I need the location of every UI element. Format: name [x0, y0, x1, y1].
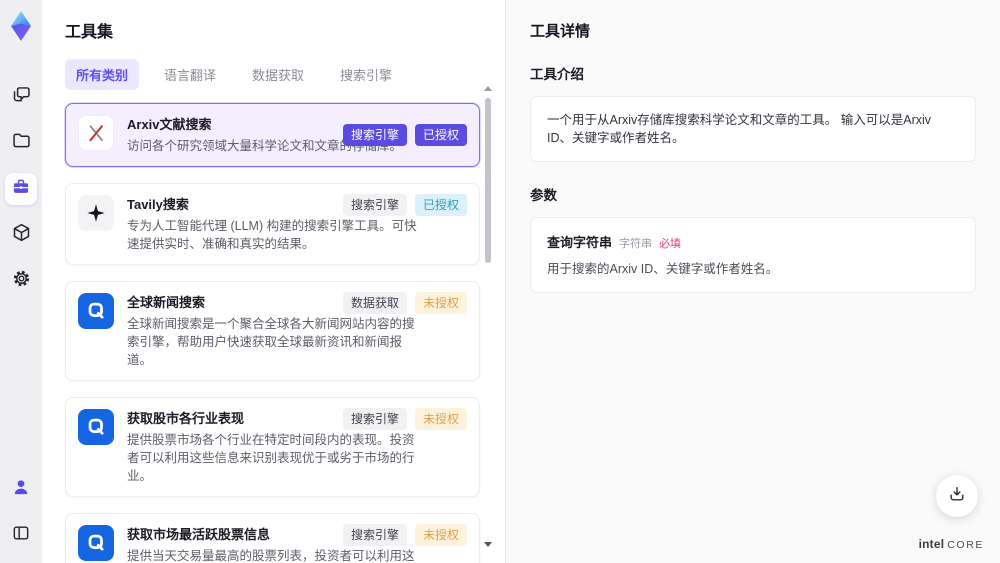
app-logo-gem-icon — [8, 10, 34, 47]
sidebar-item-collapse[interactable] — [5, 519, 37, 551]
arxiv-logo-icon — [78, 115, 114, 151]
category-badge: 搜索引擎 — [342, 124, 407, 146]
news-q-icon — [78, 409, 114, 445]
cube-icon — [11, 222, 32, 248]
tab-data-fetch[interactable]: 数据获取 — [241, 59, 315, 90]
category-badge: 搜索引擎 — [342, 194, 407, 216]
tab-search-engine[interactable]: 搜索引擎 — [329, 59, 403, 90]
sidebar-item-packages[interactable] — [5, 219, 37, 251]
download-icon — [947, 484, 967, 509]
tool-card-global-news[interactable]: 全球新闻搜索 全球新闻搜索是一个聚合全球各大新闻网站内容的搜索引擎，帮助用户快速… — [65, 281, 480, 381]
tool-card-list: Arxiv文献搜索 访问各个研究领域大量科学论文和文章的存储库。 搜索引擎 已授… — [65, 103, 480, 563]
category-badge: 搜索引擎 — [342, 524, 407, 546]
auth-status-badge: 未授权 — [414, 292, 467, 314]
parameter-box: 查询字符串 字符串 必填 用于搜索的Arxiv ID、关键字或作者姓名。 — [530, 217, 976, 293]
sidebar-item-account[interactable] — [5, 473, 37, 505]
param-name: 查询字符串 — [547, 235, 613, 250]
chat-icon — [11, 84, 32, 110]
gear-icon — [11, 268, 32, 294]
tool-intro-box: 一个用于从Arxiv存储库搜索科学论文和文章的工具。 输入可以是Arxiv ID… — [530, 96, 976, 162]
intel-wordmark: intel — [918, 537, 945, 551]
download-button[interactable] — [936, 475, 978, 517]
news-q-icon — [78, 525, 114, 561]
intro-heading: 工具介绍 — [530, 67, 584, 82]
news-q-icon — [78, 293, 114, 329]
param-description: 用于搜索的Arxiv ID、关键字或作者姓名。 — [547, 262, 779, 276]
tool-card-sector-performance[interactable]: 获取股市各行业表现 提供股票市场各个行业在特定时间段内的表现。投资者可以利用这些… — [65, 397, 480, 497]
tool-description: 全球新闻搜索是一个聚合全球各大新闻网站内容的搜索引擎，帮助用户快速获取全球最新资… — [127, 317, 415, 367]
briefcase-icon — [11, 177, 31, 202]
param-type: 字符串 — [619, 238, 653, 250]
folder-icon — [11, 130, 32, 156]
app-window: 工具集 所有类别 语言翻译 数据获取 搜索引擎 Arxiv文献搜索 访问各个研究… — [0, 0, 1000, 563]
scroll-up-arrow-icon[interactable] — [484, 86, 492, 91]
auth-status-badge: 已授权 — [414, 194, 467, 216]
tool-card-tavily[interactable]: Tavily搜索 专为人工智能代理 (LLM) 构建的搜索引擎工具。可快速提供实… — [65, 183, 480, 265]
param-required-flag: 必填 — [659, 238, 682, 250]
tool-list-pane: 工具集 所有类别 语言翻译 数据获取 搜索引擎 Arxiv文献搜索 访问各个研究… — [42, 0, 505, 563]
detail-title: 工具详情 — [530, 23, 591, 40]
sidebar-item-tools[interactable] — [5, 173, 37, 205]
sidebar-item-chat[interactable] — [5, 81, 37, 113]
auth-status-badge: 已授权 — [414, 124, 467, 146]
list-scrollbar[interactable] — [484, 86, 492, 547]
sidebar-item-settings[interactable] — [5, 265, 37, 297]
page-title: 工具集 — [65, 24, 114, 41]
sidebar-item-files[interactable] — [5, 127, 37, 159]
category-tabs: 所有类别 语言翻译 数据获取 搜索引擎 — [65, 59, 505, 90]
tavily-star-icon — [78, 195, 114, 231]
params-heading: 参数 — [530, 188, 557, 203]
auth-status-badge: 未授权 — [414, 524, 467, 546]
tool-description: 专为人工智能代理 (LLM) 构建的搜索引擎工具。可快速提供实时、准确和真实的结… — [127, 219, 417, 251]
intel-core-logo: intel CORE — [919, 537, 984, 551]
tool-description: 提供当天交易量最高的股票列表，投资者可以利用这些信息来识别流动性强的股票和潜在的… — [127, 549, 415, 563]
tool-detail-pane: 工具详情 工具介绍 一个用于从Arxiv存储库搜索科学论文和文章的工具。 输入可… — [505, 0, 1000, 563]
user-icon — [11, 477, 31, 502]
tool-description: 提供股票市场各个行业在特定时间段内的表现。投资者可以利用这些信息来识别表现优于或… — [127, 433, 415, 483]
panel-toggle-icon — [11, 523, 31, 548]
auth-status-badge: 未授权 — [414, 408, 467, 430]
tab-all-categories[interactable]: 所有类别 — [65, 59, 140, 90]
scroll-down-arrow-icon[interactable] — [484, 542, 492, 547]
tool-card-arxiv[interactable]: Arxiv文献搜索 访问各个研究领域大量科学论文和文章的存储库。 搜索引擎 已授… — [65, 103, 480, 167]
core-wordmark: CORE — [947, 539, 984, 551]
scrollbar-thumb[interactable] — [485, 98, 491, 263]
tool-card-most-active-stocks[interactable]: 获取市场最活跃股票信息 提供当天交易量最高的股票列表，投资者可以利用这些信息来识… — [65, 513, 480, 563]
icon-rail — [0, 0, 42, 563]
category-badge: 数据获取 — [342, 292, 407, 314]
category-badge: 搜索引擎 — [342, 408, 407, 430]
tab-language-translation[interactable]: 语言翻译 — [153, 59, 227, 90]
